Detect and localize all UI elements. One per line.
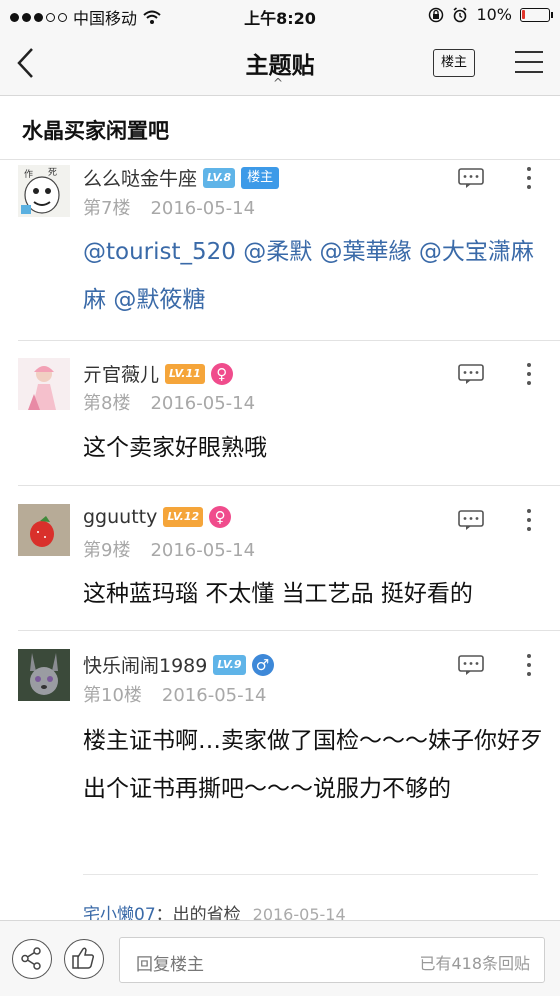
avatar[interactable] (18, 358, 70, 410)
more-vertical-icon[interactable] (525, 167, 533, 189)
caret-up-icon[interactable]: ^ (273, 76, 283, 90)
more-vertical-icon[interactable] (525, 509, 533, 531)
post-content: 这种蓝玛瑙 不太懂 当工艺品 挺好看的 (83, 581, 473, 607)
post-floor-8: 亓官薇儿 LV.11 ♀ 第8楼 2016-05-14 这个卖家好眼熟哦 (0, 342, 560, 486)
more-vertical-icon[interactable] (525, 363, 533, 385)
forum-header[interactable]: 水晶买家闲置吧 (0, 97, 560, 160)
sub-reply-divider (83, 874, 538, 875)
nav-bar: 主题贴 ^ 楼主 (0, 32, 560, 96)
post-floor-7: 作死 么么哒金牛座 LV.8 楼主 第7楼 2016-05-14 @tourist… (0, 160, 560, 342)
avatar[interactable] (18, 649, 70, 701)
post-username-row: 快乐闹闹1989 LV.9 ♂ (83, 651, 274, 678)
forum-name[interactable]: 水晶买家闲置吧 (22, 115, 169, 145)
post-date: 2016-05-14 (150, 393, 256, 414)
floor-number: 第7楼 (83, 198, 131, 219)
post-username-row: 么么哒金牛座 LV.8 楼主 (83, 164, 280, 191)
post-meta: 第10楼 2016-05-14 (83, 681, 267, 707)
share-icon (21, 947, 41, 970)
bottom-bar: 回复楼主 已有418条回贴 (0, 920, 560, 996)
svg-text:死: 死 (48, 167, 57, 178)
username[interactable]: gguutty (83, 506, 157, 528)
thumbs-up-icon (72, 947, 95, 969)
post-content: @tourist_520 @柔默 @葉華緣 @大宝潇麻麻 @默筱糖 (83, 228, 543, 324)
only-owner-button[interactable]: 楼主 (433, 49, 475, 77)
avatar[interactable] (18, 504, 70, 556)
post-floor-10: 快乐闹闹1989 LV.9 ♂ 第10楼 2016-05-14 楼主证书啊…卖家做… (0, 631, 560, 920)
post-meta: 第8楼 2016-05-14 (83, 389, 255, 415)
alarm-icon (453, 6, 467, 22)
hamburger-menu-icon[interactable] (515, 51, 543, 75)
reply-input[interactable]: 回复楼主 已有418条回贴 (119, 937, 545, 983)
mention-link[interactable]: @柔默 (243, 239, 312, 265)
female-gender-icon: ♀ (210, 362, 233, 385)
post-floor-9: gguutty LV.12 ♀ 第9楼 2016-05-14 这种蓝玛瑙 不太懂 … (0, 486, 560, 631)
username[interactable]: 亓官薇儿 (83, 360, 159, 387)
avatar[interactable]: 作死 (18, 165, 70, 217)
comment-icon[interactable] (458, 168, 484, 188)
status-bar: 中国移动 上午8:20 10% (0, 0, 560, 32)
level-badge: LV.11 (165, 363, 205, 384)
mention-link[interactable]: @tourist_520 (83, 239, 236, 265)
comment-icon[interactable] (458, 364, 484, 384)
level-badge: LV.12 (163, 507, 204, 527)
floor-number: 第8楼 (83, 393, 131, 414)
rotation-lock-icon (429, 7, 444, 22)
reply-placeholder: 回复楼主 (136, 955, 204, 975)
post-date: 2016-05-14 (161, 685, 267, 706)
post-username-row: gguutty LV.12 ♀ (83, 506, 232, 528)
svg-text:作: 作 (24, 168, 33, 180)
battery-fill (522, 9, 525, 19)
status-right: 10% (428, 5, 553, 24)
mention-link[interactable]: @默筱糖 (113, 287, 205, 313)
like-button[interactable] (64, 939, 104, 979)
post-meta: 第7楼 2016-05-14 (83, 194, 255, 220)
post-content: 楼主证书啊…卖家做了国检～～～妹子你好歹出个证书再撕吧～～～说服力不够的 (83, 728, 543, 802)
floor-number: 第10楼 (83, 685, 142, 706)
post-content: 这个卖家好眼熟哦 (83, 435, 267, 461)
page-title[interactable]: 主题贴 (0, 46, 560, 80)
post-divider (18, 340, 560, 341)
comment-icon[interactable] (458, 510, 484, 530)
post-date: 2016-05-14 (150, 198, 256, 219)
post-meta: 第9楼 2016-05-14 (83, 536, 255, 562)
floor-number: 第9楼 (83, 540, 131, 561)
battery-percent: 10% (476, 5, 512, 24)
username[interactable]: 快乐闹闹1989 (83, 651, 207, 678)
level-badge: LV.9 (213, 654, 246, 675)
more-vertical-icon[interactable] (525, 654, 533, 676)
post-date: 2016-05-14 (150, 540, 256, 561)
reply-count: 已有418条回贴 (419, 954, 530, 973)
owner-badge: 楼主 (241, 166, 280, 189)
share-button[interactable] (12, 939, 52, 979)
mention-link[interactable]: @葉華緣 (320, 239, 412, 265)
level-badge: LV.8 (203, 167, 236, 188)
female-gender-icon: ♀ (209, 506, 232, 528)
battery-icon (520, 7, 553, 22)
male-gender-icon: ♂ (251, 653, 274, 676)
comment-icon[interactable] (458, 655, 484, 675)
username[interactable]: 么么哒金牛座 (83, 164, 197, 191)
post-username-row: 亓官薇儿 LV.11 ♀ (83, 360, 233, 387)
